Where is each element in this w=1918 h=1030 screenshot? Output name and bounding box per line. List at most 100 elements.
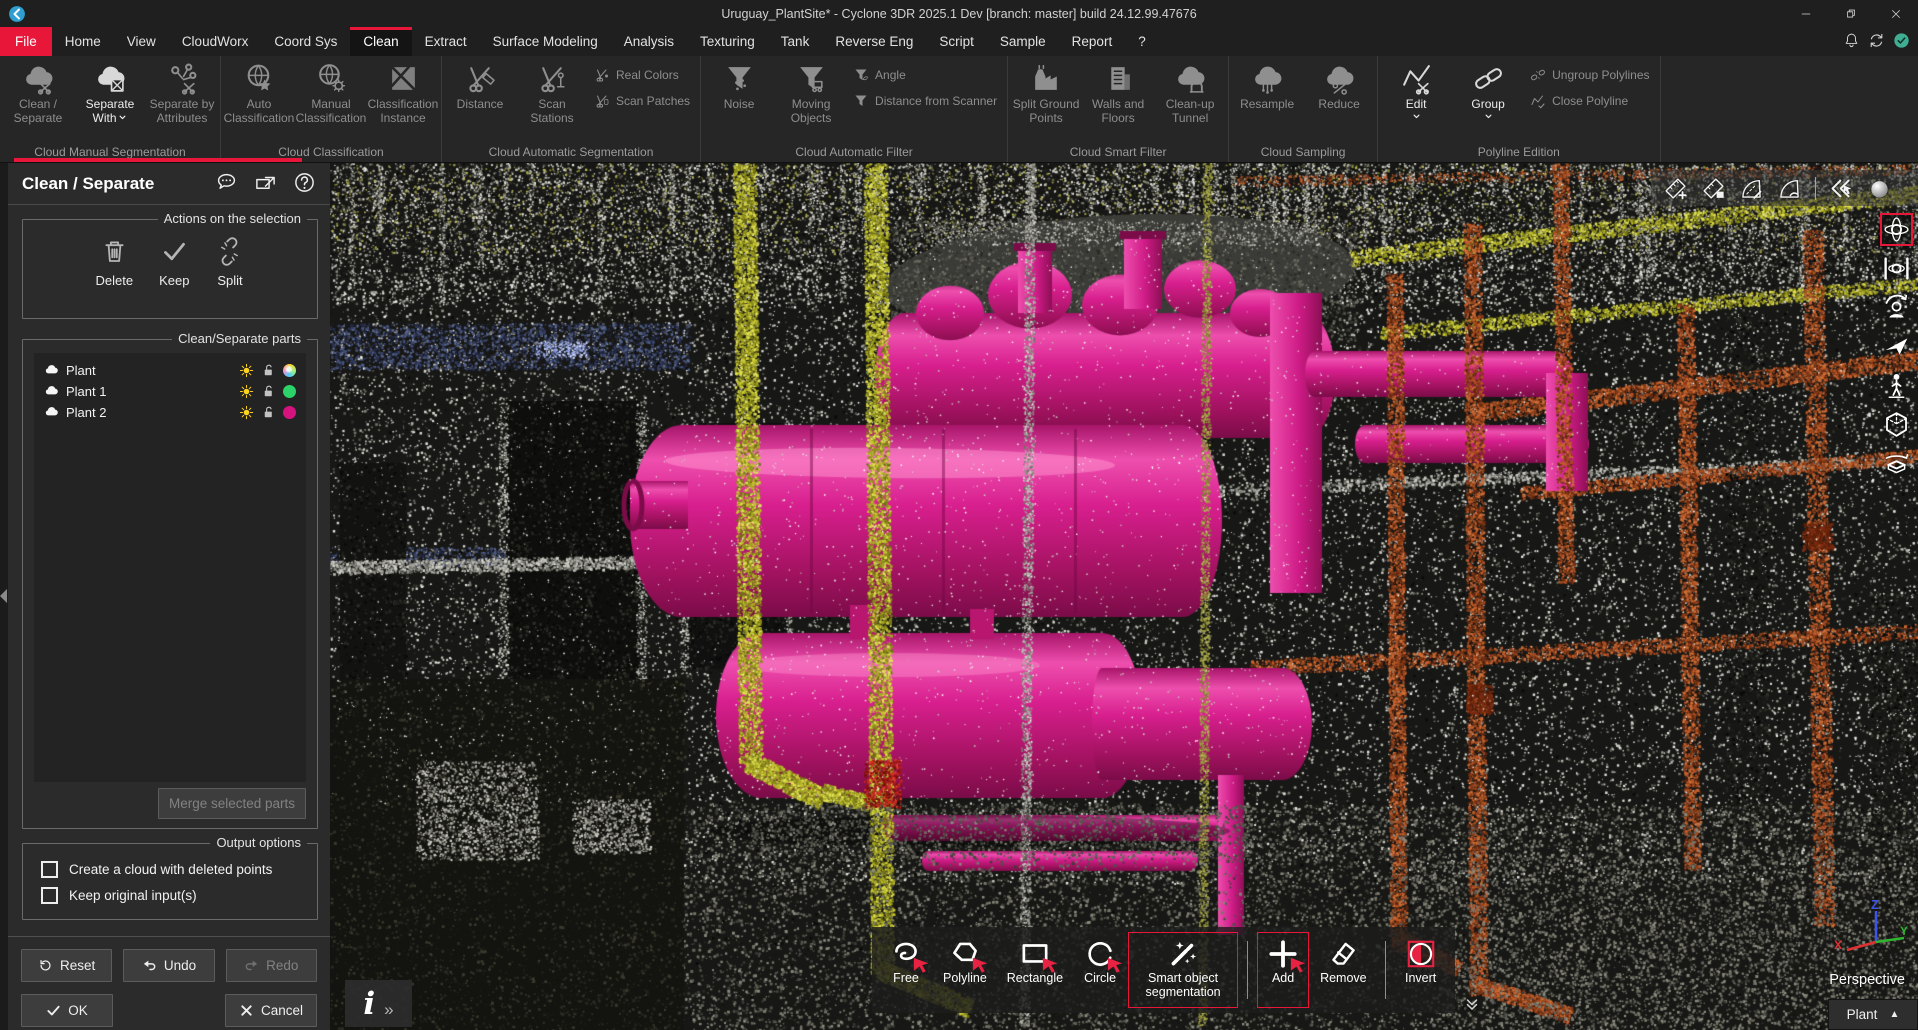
protractor-pen-icon[interactable] — [1739, 176, 1764, 201]
point-cloud-scene[interactable] — [330, 163, 1918, 1030]
tool-free[interactable]: Free — [880, 932, 932, 1008]
part-color-dot[interactable] — [283, 406, 296, 419]
menu-tab-tank[interactable]: Tank — [768, 27, 823, 56]
ribbon-button-scan-stations[interactable]: Scan Stations — [516, 58, 588, 125]
part-row-plant-1[interactable]: Plant 1 — [39, 381, 301, 402]
ribbon-button-moving-objects[interactable]: Moving Objects — [775, 58, 847, 125]
tool-add[interactable]: Add — [1257, 932, 1309, 1008]
nav-walk-button[interactable] — [1880, 369, 1913, 402]
menu-tab-analysis[interactable]: Analysis — [611, 27, 687, 56]
menu-tab-clean[interactable]: Clean — [350, 27, 411, 56]
ribbon-button-distance-from-scanner[interactable]: Distance from Scanner — [853, 93, 997, 109]
lock-open-icon[interactable] — [261, 363, 276, 378]
app-icon[interactable] — [8, 5, 26, 23]
part-color-dot[interactable] — [283, 364, 296, 377]
comment-button[interactable] — [215, 171, 238, 197]
menu-tab-view[interactable]: View — [114, 27, 169, 56]
bell-button[interactable] — [1843, 32, 1860, 52]
viewport-3d[interactable]: FreePolylineRectangleCircleSmart object … — [330, 163, 1918, 1030]
tool-rectangle[interactable]: Rectangle — [998, 932, 1072, 1008]
cancel-button[interactable]: Cancel — [225, 994, 317, 1027]
menu-tab-reverse-eng[interactable]: Reverse Eng — [822, 27, 926, 56]
parts-list[interactable]: PlantPlant 1Plant 2 — [34, 353, 306, 782]
reset-button[interactable]: Reset — [21, 949, 112, 982]
ribbon-button-distance[interactable]: Distance — [444, 58, 516, 111]
delete-button[interactable]: Delete — [96, 237, 134, 288]
window-minimize-button[interactable] — [1783, 0, 1828, 27]
sun-icon[interactable] — [239, 405, 254, 420]
help-button[interactable] — [293, 171, 316, 197]
sun-icon[interactable] — [239, 384, 254, 399]
sync-button[interactable] — [1868, 32, 1885, 52]
menu-tab-file[interactable]: File — [0, 27, 52, 56]
ribbon-button-resample[interactable]: Resample — [1231, 58, 1303, 111]
ribbon-button-noise[interactable]: Noise — [703, 58, 775, 111]
info-button[interactable]: i » — [345, 980, 412, 1027]
menu-tab-sample[interactable]: Sample — [987, 27, 1059, 56]
nav-turntable-button[interactable] — [1880, 447, 1913, 480]
tool-polyline[interactable]: Polyline — [934, 932, 996, 1008]
ribbon-button-real-colors[interactable]: Real Colors — [594, 67, 679, 83]
ribbon-button-close-polyline[interactable]: Close Polyline — [1530, 93, 1628, 109]
detach-button[interactable] — [254, 171, 277, 197]
menu-tab-script[interactable]: Script — [926, 27, 987, 56]
tool-invert[interactable]: Invert — [1395, 932, 1447, 1008]
menu-tab-report[interactable]: Report — [1059, 27, 1126, 56]
ribbon-button-clean-separate[interactable]: Clean / Separate — [2, 58, 74, 125]
plant-selector-button[interactable]: Plant ▲ — [1828, 999, 1918, 1030]
nav-examine-button[interactable] — [1880, 291, 1913, 324]
menu-tab-surface-modeling[interactable]: Surface Modeling — [480, 27, 611, 56]
ribbon-button-scan-patches[interactable]: Scan Patches — [594, 93, 690, 109]
ribbon-button-clean-up-tunnel[interactable]: Clean-up Tunnel — [1154, 58, 1226, 125]
sphere-tool-icon[interactable] — [1867, 176, 1892, 201]
ribbon-button-walls-and-floors[interactable]: Walls and Floors — [1082, 58, 1154, 125]
keep-button[interactable]: Keep — [159, 237, 189, 288]
checkbox[interactable] — [41, 861, 58, 878]
ribbon-button-separate-with[interactable]: Separate With — [74, 58, 146, 125]
part-color-dot[interactable] — [283, 385, 296, 398]
menu-tab-texturing[interactable]: Texturing — [687, 27, 768, 56]
redo-button[interactable]: Redo — [226, 949, 317, 982]
merge-selected-parts-button[interactable]: Merge selected parts — [158, 788, 306, 819]
nav-fly-button[interactable] — [1880, 330, 1913, 363]
lock-open-icon[interactable] — [261, 405, 276, 420]
ribbon-button-angle[interactable]: Angle — [853, 67, 906, 83]
tool-remove[interactable]: Remove — [1311, 932, 1376, 1008]
nav-view-cube-button[interactable] — [1880, 408, 1913, 441]
split-button[interactable]: Split — [215, 237, 244, 288]
status-badge-button[interactable] — [1893, 32, 1910, 52]
window-restore-button[interactable] — [1828, 0, 1873, 27]
undo-button[interactable]: Undo — [123, 949, 214, 982]
select-back-icon[interactable] — [1829, 176, 1854, 201]
ribbon-button-separate-by-attributes[interactable]: Separate by Attributes — [146, 58, 218, 125]
menu-tab-coord-sys[interactable]: Coord Sys — [261, 27, 350, 56]
menu-tab-cloudworx[interactable]: CloudWorx — [169, 27, 262, 56]
part-row-plant[interactable]: Plant — [39, 360, 301, 381]
ribbon-button-manual-classification[interactable]: Manual Classification — [295, 58, 367, 125]
part-row-plant-2[interactable]: Plant 2 — [39, 402, 301, 423]
toolbar-expand-chevron-icon[interactable] — [1463, 995, 1481, 1013]
ribbon-button-group[interactable]: Group — [1452, 58, 1524, 124]
ribbon-button-auto-classification[interactable]: Auto Classification — [223, 58, 295, 125]
sun-icon[interactable] — [239, 363, 254, 378]
nav-orbit-constrained-button[interactable] — [1880, 252, 1913, 285]
checkbox[interactable] — [41, 887, 58, 904]
panel-collapse-strip[interactable] — [0, 163, 8, 1030]
nav-orbit-button[interactable] — [1880, 213, 1913, 246]
menu-tab-home[interactable]: Home — [52, 27, 114, 56]
window-close-button[interactable] — [1873, 0, 1918, 27]
ribbon-button-reduce[interactable]: Reduce — [1303, 58, 1375, 111]
ribbon-button-edit[interactable]: Edit — [1380, 58, 1452, 124]
menu-tab-extract[interactable]: Extract — [412, 27, 480, 56]
ribbon-button-ungroup-polylines[interactable]: Ungroup Polylines — [1530, 67, 1649, 83]
measure-box-icon[interactable] — [1701, 176, 1726, 201]
ok-button[interactable]: OK — [21, 994, 113, 1027]
protractor-line-icon[interactable] — [1777, 176, 1802, 201]
lock-open-icon[interactable] — [261, 384, 276, 399]
tool-circle[interactable]: Circle — [1074, 932, 1126, 1008]
ribbon-button-classification-instance[interactable]: Classification Instance — [367, 58, 439, 125]
measure-add-icon[interactable] — [1663, 176, 1688, 201]
collapse-left-icon[interactable] — [0, 589, 7, 603]
ribbon-button-split-ground-points[interactable]: Split Ground Points — [1010, 58, 1082, 125]
menu-tab-help[interactable]: ? — [1125, 27, 1159, 56]
